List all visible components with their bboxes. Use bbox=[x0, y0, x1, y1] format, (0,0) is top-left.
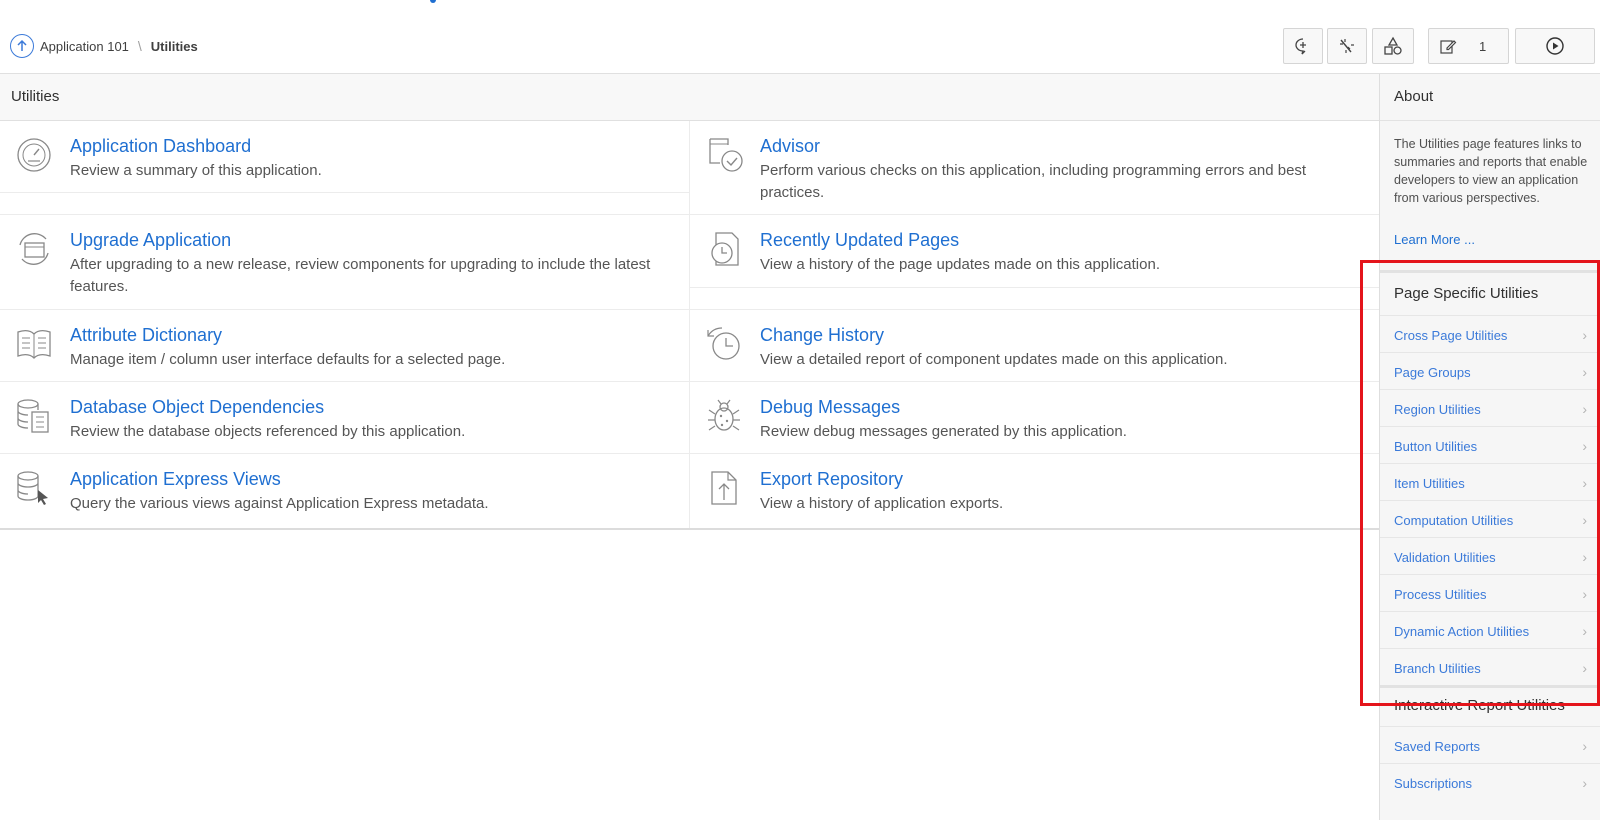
utility-row: Upgrade Application After upgrading to a… bbox=[0, 215, 1379, 310]
feedback-button[interactable] bbox=[1283, 28, 1323, 64]
up-arrow-icon[interactable] bbox=[10, 34, 34, 58]
utility-row: Database Object Dependencies Review the … bbox=[0, 382, 1379, 454]
developer-tools-button[interactable] bbox=[1327, 28, 1367, 64]
pencil-icon bbox=[1439, 37, 1457, 55]
utility-description: After upgrading to a new release, review… bbox=[70, 256, 651, 295]
utility-item-database-object-dependencies[interactable]: Database Object Dependencies Review the … bbox=[0, 382, 689, 454]
utility-title[interactable]: Application Dashboard bbox=[70, 136, 251, 157]
utility-description: Perform various checks on this applicati… bbox=[760, 162, 1307, 201]
advisor-check-icon bbox=[709, 138, 743, 172]
utility-item-change-history[interactable]: Change History View a detailed report of… bbox=[690, 310, 1379, 382]
utility-title[interactable]: Change History bbox=[760, 325, 884, 346]
utility-row: Application Dashboard Review a summary o… bbox=[0, 121, 1379, 215]
sidebar-item-label: Subscriptions bbox=[1394, 776, 1473, 791]
play-circle-icon bbox=[1545, 36, 1565, 56]
top-bar: Application 101 \ Utilities 1 bbox=[0, 0, 1600, 74]
utility-title[interactable]: Debug Messages bbox=[760, 397, 900, 418]
utility-title[interactable]: Advisor bbox=[760, 136, 820, 157]
breadcrumb-app[interactable]: Application 101 bbox=[40, 39, 129, 54]
database-cursor-icon bbox=[17, 471, 48, 505]
sidebar-item-label: Saved Reports bbox=[1394, 739, 1480, 754]
utilities-region: Utilities Application Dashboard Review a… bbox=[0, 74, 1379, 820]
utility-row: Application Express Views Query the vari… bbox=[0, 454, 1379, 527]
utility-title[interactable]: Attribute Dictionary bbox=[70, 325, 222, 346]
sidebar-item-subscriptions[interactable]: Subscriptions › bbox=[1380, 763, 1600, 800]
utility-description: Query the various views against Applicat… bbox=[70, 495, 489, 512]
utility-row: Attribute Dictionary Manage item / colum… bbox=[0, 310, 1379, 382]
breadcrumb: Application 101 \ Utilities bbox=[10, 34, 198, 58]
history-clock-icon bbox=[707, 327, 740, 360]
utility-description: View a history of application exports. bbox=[760, 495, 1004, 512]
utility-item-application-express-views[interactable]: Application Express Views Query the vari… bbox=[0, 454, 689, 527]
grid-bottom-border bbox=[0, 528, 1379, 530]
utility-description: View a history of the page updates made … bbox=[760, 256, 1160, 273]
dashboard-gauge-icon bbox=[17, 138, 51, 172]
utility-item-recently-updated-pages[interactable]: Recently Updated Pages View a history of… bbox=[690, 215, 1379, 288]
bug-icon bbox=[708, 399, 740, 431]
file-export-icon bbox=[711, 471, 737, 505]
run-page-button[interactable] bbox=[1515, 28, 1595, 64]
utility-description: Review debug messages generated by this … bbox=[760, 423, 1127, 440]
chevron-right-icon: › bbox=[1582, 738, 1587, 754]
about-text: The Utilities page features links to sum… bbox=[1394, 137, 1588, 205]
database-list-icon bbox=[17, 399, 49, 433]
chevron-right-icon: › bbox=[1582, 775, 1587, 791]
utility-item-attribute-dictionary[interactable]: Attribute Dictionary Manage item / colum… bbox=[0, 310, 689, 382]
breadcrumb-separator: \ bbox=[137, 38, 142, 54]
about-title: About bbox=[1380, 74, 1600, 121]
utility-item-advisor[interactable]: Advisor Perform various checks on this a… bbox=[690, 121, 1379, 215]
utility-title[interactable]: Upgrade Application bbox=[70, 230, 231, 251]
region-title: Utilities bbox=[0, 74, 1379, 121]
shapes-icon bbox=[1383, 36, 1403, 56]
breadcrumb-current: Utilities bbox=[150, 38, 198, 54]
utility-item-application-dashboard[interactable]: Application Dashboard Review a summary o… bbox=[0, 121, 689, 193]
learn-more-link[interactable]: Learn More ... bbox=[1394, 232, 1475, 247]
edit-page-button[interactable]: 1 bbox=[1428, 28, 1509, 64]
edit-page-count: 1 bbox=[1479, 38, 1487, 54]
utility-title[interactable]: Database Object Dependencies bbox=[70, 397, 324, 418]
utility-title[interactable]: Export Repository bbox=[760, 469, 903, 490]
shared-components-button[interactable] bbox=[1372, 28, 1414, 64]
utility-item-export-repository[interactable]: Export Repository View a history of appl… bbox=[690, 454, 1379, 527]
utility-item-upgrade-application[interactable]: Upgrade Application After upgrading to a… bbox=[0, 215, 689, 310]
utility-description: Review the database objects referenced b… bbox=[70, 423, 466, 440]
utility-description: Review a summary of this application. bbox=[70, 162, 322, 179]
open-book-icon bbox=[17, 330, 51, 359]
top-accent bbox=[430, 0, 436, 3]
wand-icon bbox=[1337, 36, 1357, 56]
utility-item-debug-messages[interactable]: Debug Messages Review debug messages gen… bbox=[690, 382, 1379, 454]
utility-description: Manage item / column user interface defa… bbox=[70, 351, 506, 368]
upgrade-refresh-icon bbox=[19, 233, 49, 265]
utilities-grid: Application Dashboard Review a summary o… bbox=[0, 121, 1379, 527]
utility-description: View a detailed report of component upda… bbox=[760, 351, 1228, 368]
sidebar-item-saved-reports[interactable]: Saved Reports › bbox=[1380, 726, 1600, 763]
highlight-box bbox=[1360, 260, 1600, 706]
page-clock-icon bbox=[711, 232, 739, 266]
utility-title[interactable]: Application Express Views bbox=[70, 469, 281, 490]
utility-title[interactable]: Recently Updated Pages bbox=[760, 230, 959, 251]
comment-plus-icon bbox=[1293, 36, 1313, 56]
